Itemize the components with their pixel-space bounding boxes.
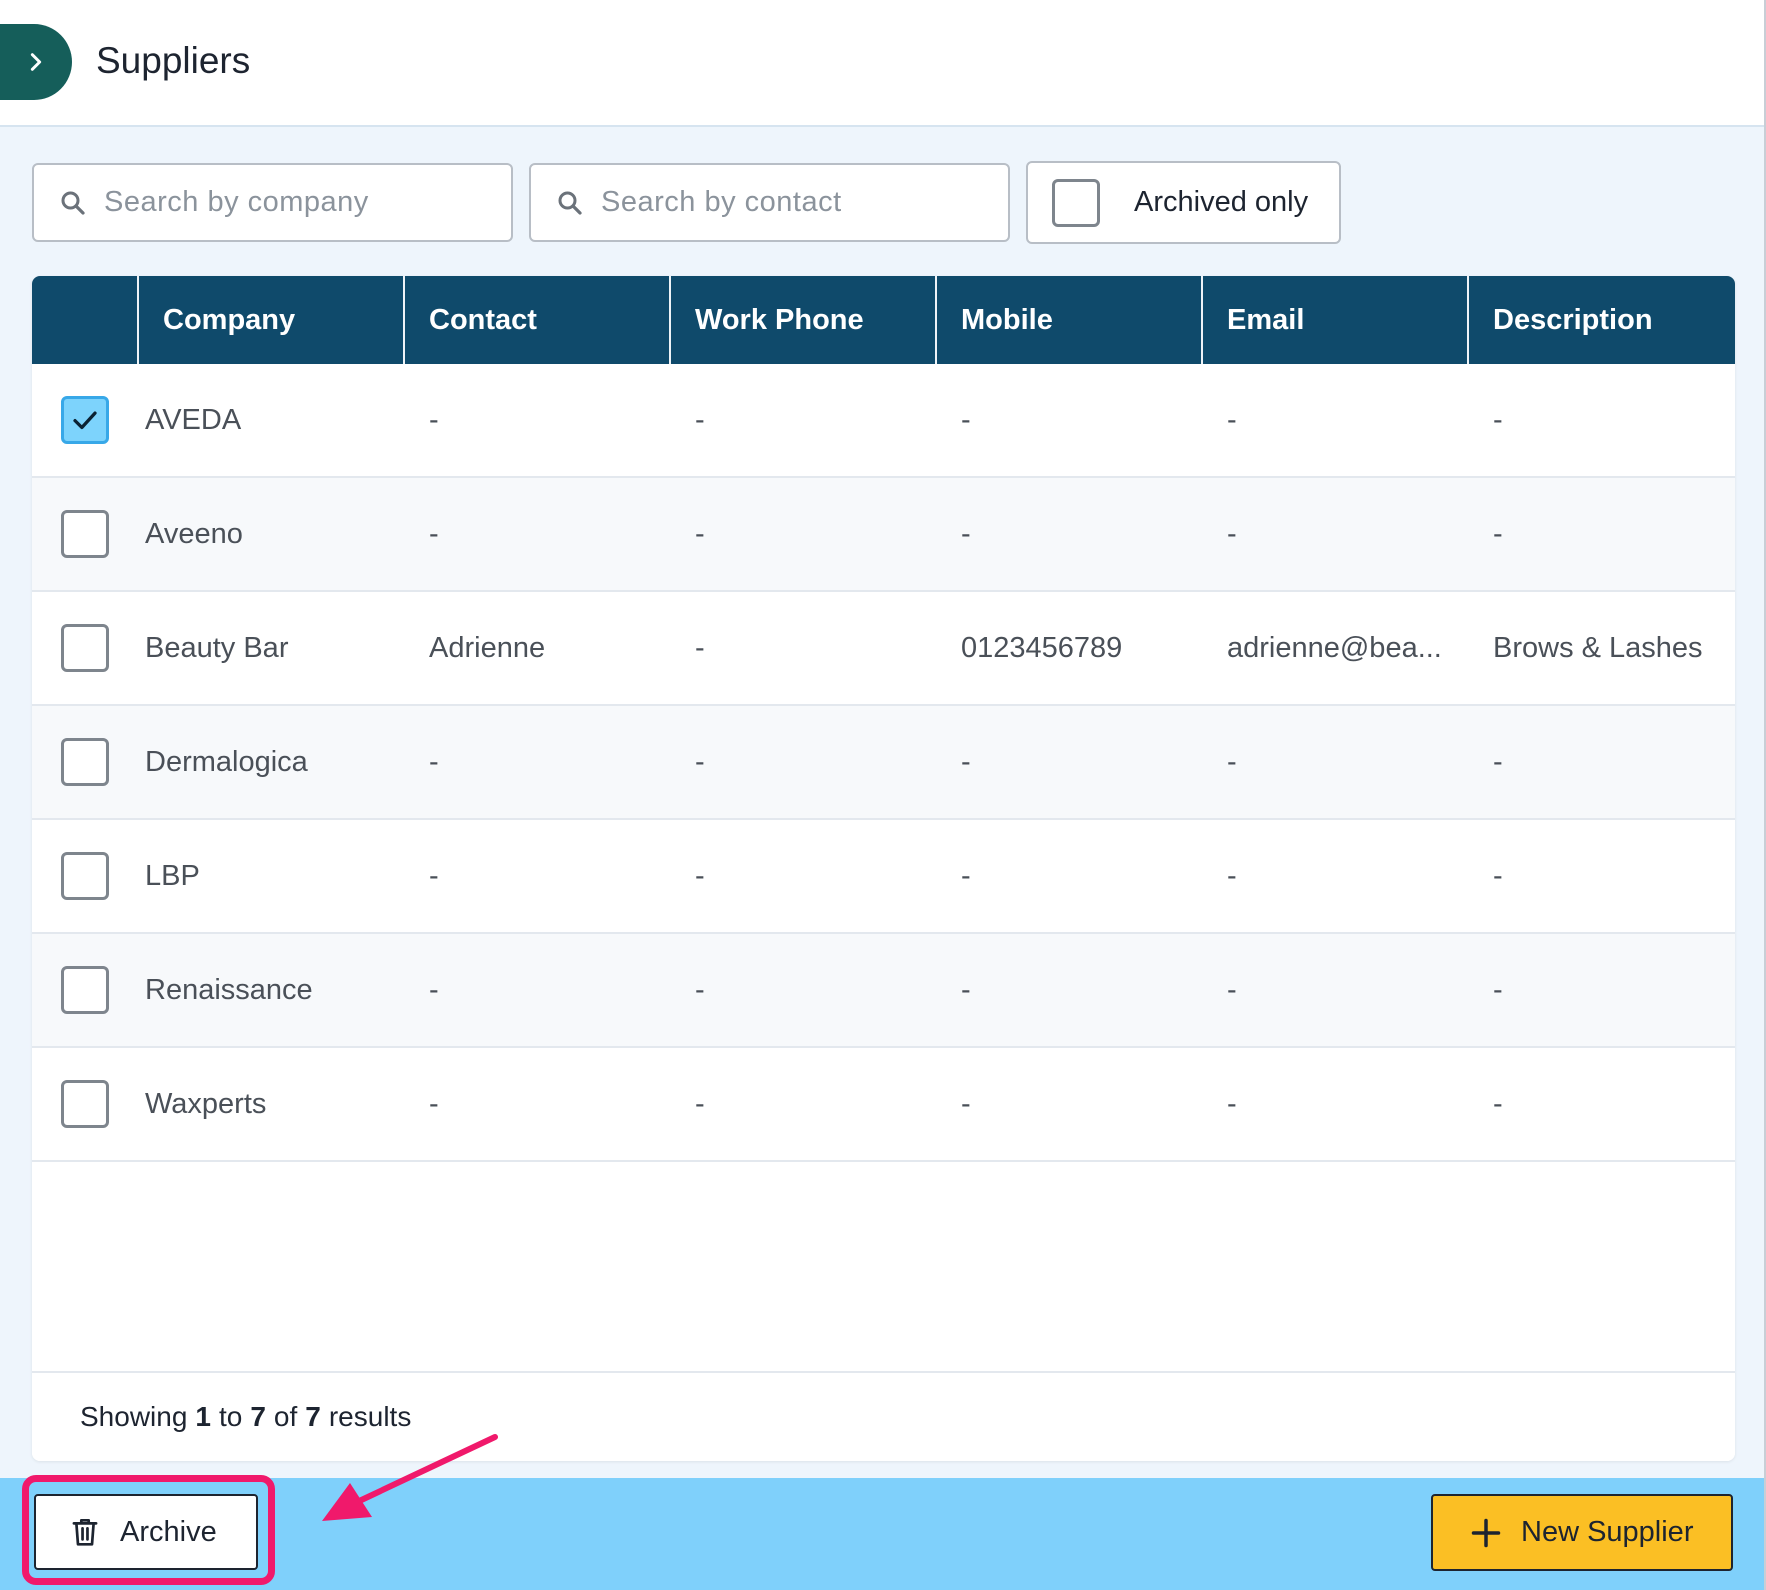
company-search-input[interactable] xyxy=(104,186,464,219)
cell-mobile: - xyxy=(961,745,971,778)
trash-icon xyxy=(72,1518,98,1546)
column-header-company[interactable]: Company xyxy=(137,276,403,364)
row-select-checkbox[interactable] xyxy=(61,396,109,444)
cell-contact: - xyxy=(429,973,439,1006)
pagination-prefix: Showing xyxy=(80,1401,188,1432)
table-row[interactable]: AVEDA - - - - - xyxy=(32,364,1735,478)
cell-work-phone: - xyxy=(695,1087,705,1120)
archive-button[interactable]: Archive xyxy=(34,1494,258,1570)
cell-company: Dermalogica xyxy=(145,745,308,778)
pagination-to-word: to xyxy=(218,1401,243,1432)
pagination-summary: Showing 1 to 7 of 7 results xyxy=(32,1371,1735,1461)
pagination-of-word: of xyxy=(273,1401,298,1432)
cell-contact: - xyxy=(429,859,439,892)
contact-search-input[interactable] xyxy=(601,186,961,219)
cell-description: - xyxy=(1493,1087,1503,1120)
row-select-checkbox[interactable] xyxy=(61,966,109,1014)
cell-work-phone: - xyxy=(695,859,705,892)
cell-email: - xyxy=(1227,403,1237,436)
cell-contact: - xyxy=(429,517,439,550)
cell-email: - xyxy=(1227,1087,1237,1120)
cell-email: - xyxy=(1227,745,1237,778)
cell-work-phone: - xyxy=(695,631,705,664)
cell-email: adrienne@bea... xyxy=(1227,631,1442,664)
cell-contact: - xyxy=(429,1087,439,1120)
table-row[interactable]: Waxperts - - - - - xyxy=(32,1048,1735,1162)
cell-email: - xyxy=(1227,517,1237,550)
cell-work-phone: - xyxy=(695,517,705,550)
table-row[interactable]: LBP - - - - - xyxy=(32,820,1735,934)
cell-company: Waxperts xyxy=(145,1087,267,1120)
company-search-box[interactable] xyxy=(32,163,513,242)
table-row[interactable]: Beauty Bar Adrienne - 0123456789 adrienne@be… xyxy=(32,592,1735,706)
chevron-right-icon xyxy=(30,53,42,71)
archived-only-label: Archived only xyxy=(1134,186,1309,218)
cell-mobile: - xyxy=(961,973,971,1006)
expand-sidebar-button[interactable] xyxy=(0,24,72,100)
new-supplier-button[interactable]: New Supplier xyxy=(1431,1494,1733,1571)
search-icon xyxy=(61,191,85,215)
new-supplier-button-label: New Supplier xyxy=(1521,1516,1694,1548)
page-title: Suppliers xyxy=(96,40,251,81)
column-header-email[interactable]: Email xyxy=(1201,276,1467,364)
checkmark-icon xyxy=(73,411,97,430)
table-row[interactable]: Renaissance - - - - - xyxy=(32,934,1735,1048)
archived-only-checkbox[interactable] xyxy=(1052,178,1100,227)
cell-contact: - xyxy=(429,403,439,436)
cell-mobile: - xyxy=(961,1087,971,1120)
cell-description: - xyxy=(1493,745,1503,778)
cell-email: - xyxy=(1227,859,1237,892)
cell-work-phone: - xyxy=(695,973,705,1006)
row-select-checkbox[interactable] xyxy=(61,624,109,672)
cell-work-phone: - xyxy=(695,745,705,778)
cell-mobile: - xyxy=(961,403,971,436)
column-header-description[interactable]: Description xyxy=(1467,276,1735,364)
cell-description: - xyxy=(1493,973,1503,1006)
cell-company: AVEDA xyxy=(145,403,242,436)
cell-contact: - xyxy=(429,745,439,778)
cell-mobile: - xyxy=(961,859,971,892)
search-icon xyxy=(558,191,582,215)
suppliers-table: Company Contact Work Phone Mobile Email … xyxy=(32,276,1735,1461)
cell-company: Renaissance xyxy=(145,973,313,1006)
archived-only-toggle[interactable]: Archived only xyxy=(1026,161,1341,244)
pagination-to: 7 xyxy=(250,1401,266,1432)
column-header-mobile[interactable]: Mobile xyxy=(935,276,1201,364)
cell-mobile: 0123456789 xyxy=(961,631,1123,664)
cell-company: Aveeno xyxy=(145,517,243,550)
column-header-contact[interactable]: Contact xyxy=(403,276,669,364)
page-header: Suppliers xyxy=(0,0,1764,127)
cell-company: LBP xyxy=(145,859,200,892)
column-header-work-phone[interactable]: Work Phone xyxy=(669,276,935,364)
app-window: Suppliers Archived only Company Contact … xyxy=(0,0,1766,1590)
cell-email: - xyxy=(1227,973,1237,1006)
cell-description: - xyxy=(1493,403,1503,436)
annotation-arrow xyxy=(322,1434,498,1521)
row-select-checkbox[interactable] xyxy=(61,852,109,900)
cell-description: Brows & Lashes xyxy=(1493,631,1703,664)
cell-description: - xyxy=(1493,517,1503,550)
cell-description: - xyxy=(1493,859,1503,892)
row-select-checkbox[interactable] xyxy=(61,510,109,558)
table-row[interactable]: Dermalogica - - - - - xyxy=(32,706,1735,820)
cell-contact: Adrienne xyxy=(429,631,546,664)
contact-search-box[interactable] xyxy=(529,163,1010,242)
row-select-checkbox[interactable] xyxy=(61,738,109,786)
table-row[interactable]: Aveeno - - - - - xyxy=(32,478,1735,592)
cell-mobile: - xyxy=(961,517,971,550)
archive-button-label: Archive xyxy=(120,1515,217,1548)
table-header: Company Contact Work Phone Mobile Email … xyxy=(32,276,1735,364)
cell-work-phone: - xyxy=(695,403,705,436)
plus-icon xyxy=(1471,1518,1501,1547)
row-select-checkbox[interactable] xyxy=(61,1080,109,1128)
cell-company: Beauty Bar xyxy=(145,631,289,664)
pagination-from: 1 xyxy=(195,1401,211,1432)
